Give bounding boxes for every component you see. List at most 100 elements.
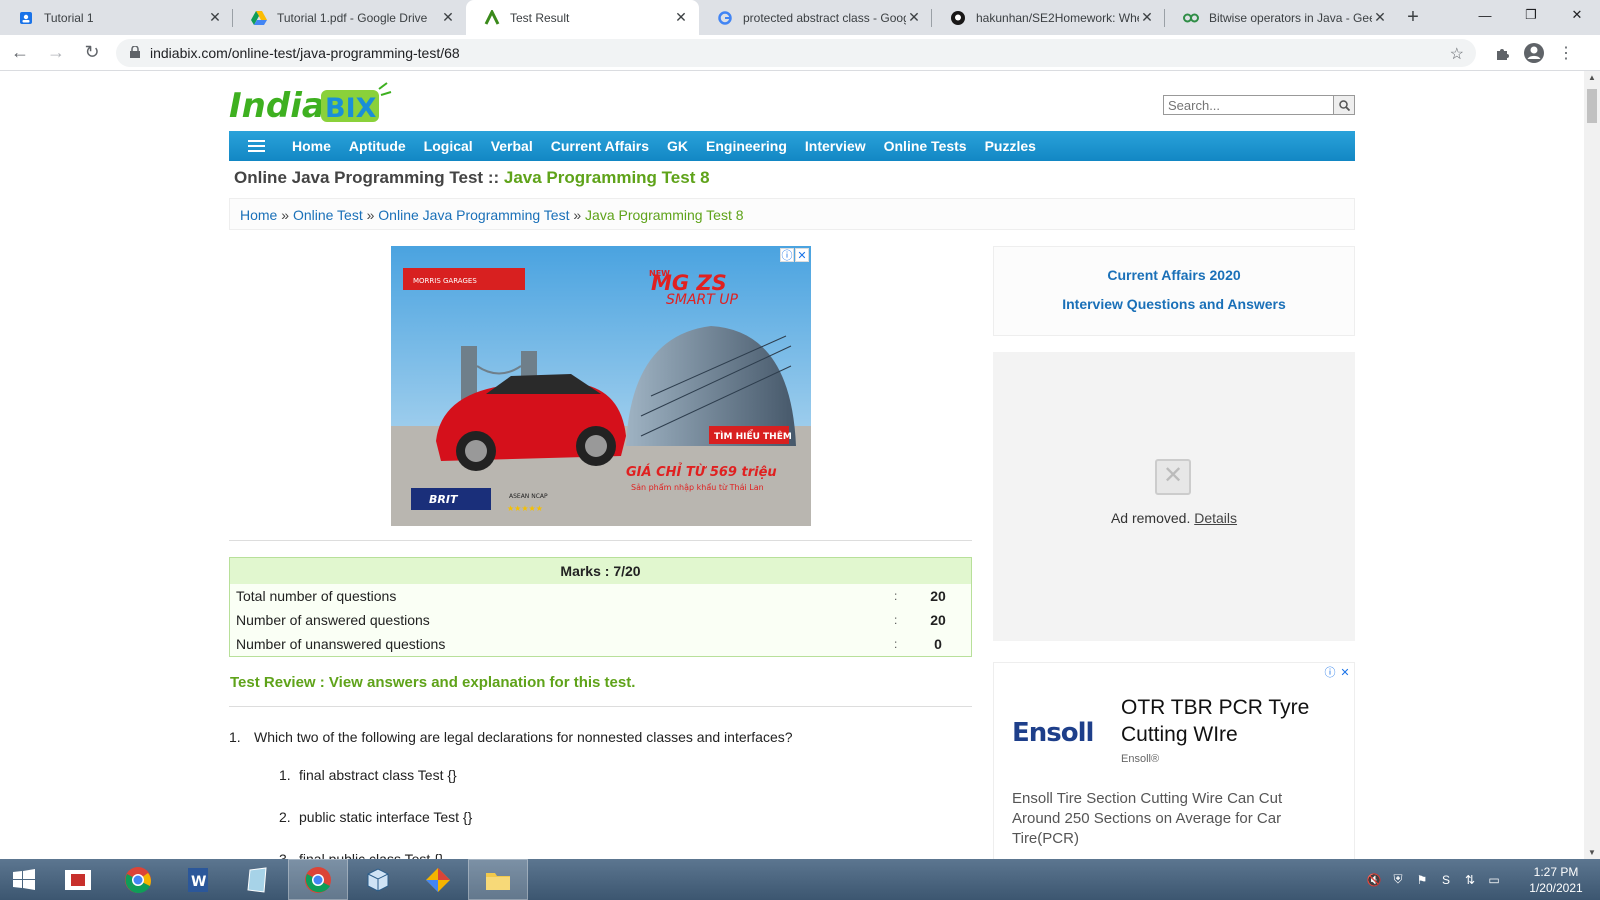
test-review-link[interactable]: Test Review : View answers and explanati… xyxy=(230,674,635,691)
windows-start-icon[interactable] xyxy=(0,859,48,900)
browser-toolbar: ← → ↻ indiabix.com/online-test/java-prog… xyxy=(0,35,1600,71)
breadcrumb-online-test[interactable]: Online Test xyxy=(293,207,363,223)
svg-text:ASEAN NCAP: ASEAN NCAP xyxy=(509,493,548,500)
svg-text:SMART UP: SMART UP xyxy=(666,292,739,308)
close-icon[interactable]: ✕ xyxy=(906,9,922,26)
tab-strip: Tutorial 1 ✕ Tutorial 1.pdf - Google Dri… xyxy=(0,0,1600,35)
new-tab-button[interactable]: + xyxy=(1398,0,1428,35)
tab-geeksforgeeks[interactable]: Bitwise operators in Java - Geek ✕ xyxy=(1165,0,1398,35)
indiabix-logo[interactable]: India BIX xyxy=(229,81,399,127)
chrome-active-icon[interactable] xyxy=(288,859,348,900)
nav-interview[interactable]: Interview xyxy=(805,138,866,154)
address-bar[interactable]: indiabix.com/online-test/java-programmin… xyxy=(116,38,1476,67)
hamburger-menu-icon[interactable] xyxy=(229,131,284,161)
details-link[interactable]: Details xyxy=(1194,510,1237,526)
breadcrumb-online-java[interactable]: Online Java Programming Test xyxy=(378,207,569,223)
question-option: 3. final public class Test {} xyxy=(279,851,444,859)
svg-text:MORRIS GARAGES: MORRIS GARAGES xyxy=(413,277,477,285)
display-icon[interactable]: ▭ xyxy=(1486,872,1502,888)
forward-icon[interactable]: → xyxy=(40,37,72,69)
breadcrumb-home[interactable]: Home xyxy=(240,207,277,223)
marks-row: Total number of questions : 20 xyxy=(236,588,946,604)
skype-icon[interactable]: S xyxy=(1438,872,1454,888)
system-tray: 🔇 ⛨ ⚑ S ⇅ ▭ 1:27 PM 1/20/2021 xyxy=(1366,859,1600,900)
ad-info-icon[interactable]: ⓘ xyxy=(780,248,794,262)
close-window-icon[interactable]: ✕ xyxy=(1554,0,1600,30)
tab-title: hakunhan/SE2Homework: Wher xyxy=(976,10,1139,25)
ad-advertiser: Ensoll® xyxy=(1121,753,1160,765)
close-icon[interactable]: ✕ xyxy=(673,9,689,26)
nav-aptitude[interactable]: Aptitude xyxy=(349,138,406,154)
menu-kebab-icon[interactable]: ⋮ xyxy=(1550,37,1582,69)
notepad-icon[interactable] xyxy=(228,859,288,900)
clock[interactable]: 1:27 PM 1/20/2021 xyxy=(1524,864,1588,896)
marks-header: Marks : 7/20 xyxy=(230,558,971,584)
ensoll-advertisement[interactable]: Ensoll OTR TBR PCR Tyre Cutting WIre Ens… xyxy=(993,662,1355,859)
nav-logical[interactable]: Logical xyxy=(424,138,473,154)
folder-icon[interactable] xyxy=(468,859,528,900)
word-doc-icon[interactable]: W xyxy=(168,859,228,900)
restore-icon[interactable]: ❐ xyxy=(1508,0,1554,30)
ad-headline[interactable]: OTR TBR PCR Tyre Cutting WIre xyxy=(1121,694,1341,748)
divider xyxy=(229,706,972,707)
page-scrollbar[interactable]: ▲ ▼ xyxy=(1584,71,1600,859)
car-advertisement[interactable]: MORRIS GARAGES NEW MG ZS SMART UP TÌM HI… xyxy=(391,246,811,526)
network-icon[interactable]: ⇅ xyxy=(1462,872,1478,888)
scroll-thumb[interactable] xyxy=(1587,89,1597,123)
back-icon[interactable]: ← xyxy=(4,37,36,69)
search-input[interactable] xyxy=(1163,95,1334,115)
bookmark-star-icon[interactable]: ☆ xyxy=(1450,44,1464,64)
removed-ad-placeholder: ✕ Ad removed. Details xyxy=(993,352,1355,641)
svg-text:GIÁ CHỈ TỪ 569 triệu: GIÁ CHỈ TỪ 569 triệu xyxy=(626,463,777,480)
close-icon[interactable]: ✕ xyxy=(440,9,456,26)
app-icon[interactable] xyxy=(408,859,468,900)
ad-close-icon[interactable]: ✕ xyxy=(1338,665,1352,679)
marks-row: Number of answered questions : 20 xyxy=(236,612,946,628)
action-center-flag-icon[interactable]: ⚑ xyxy=(1414,872,1430,888)
ad-close-icon[interactable]: ✕ xyxy=(795,248,809,262)
nav-gk[interactable]: GK xyxy=(667,138,688,154)
question-option: 1. final abstract class Test {} xyxy=(279,767,457,783)
tab-test-result[interactable]: Test Result ✕ xyxy=(466,0,699,35)
tab-title: Bitwise operators in Java - Geek xyxy=(1209,10,1372,25)
security-shield-icon[interactable]: ⛨ xyxy=(1390,872,1406,888)
tab-github[interactable]: hakunhan/SE2Homework: Wher ✕ xyxy=(932,0,1165,35)
nav-engineering[interactable]: Engineering xyxy=(706,138,787,154)
tab-google-drive[interactable]: Tutorial 1.pdf - Google Drive ✕ xyxy=(233,0,466,35)
close-icon[interactable]: ✕ xyxy=(1372,9,1388,26)
ad-info-icon[interactable]: ⓘ xyxy=(1323,665,1337,679)
chrome-icon[interactable] xyxy=(108,859,168,900)
ad-choices: ⓘ ✕ xyxy=(780,248,809,262)
nav-home[interactable]: Home xyxy=(292,138,331,154)
minimize-icon[interactable]: — xyxy=(1462,0,1508,30)
profile-avatar-icon[interactable] xyxy=(1518,37,1550,69)
window-controls: — ❐ ✕ xyxy=(1462,0,1600,30)
nav-verbal[interactable]: Verbal xyxy=(491,138,533,154)
question-option: 2. public static interface Test {} xyxy=(279,809,473,825)
google-icon xyxy=(717,10,733,26)
scroll-up-icon[interactable]: ▲ xyxy=(1588,73,1596,82)
tab-title: Tutorial 1.pdf - Google Drive xyxy=(277,10,428,25)
scroll-down-icon[interactable]: ▼ xyxy=(1588,848,1596,857)
question-1: 1. Which two of the following are legal … xyxy=(229,729,793,745)
close-icon[interactable]: ✕ xyxy=(207,9,223,26)
reload-icon[interactable]: ↻ xyxy=(76,37,108,69)
interview-qa-link[interactable]: Interview Questions and Answers xyxy=(994,296,1354,312)
search-icon[interactable] xyxy=(1334,95,1355,115)
nav-current-affairs[interactable]: Current Affairs xyxy=(551,138,649,154)
sidebar-links: Current Affairs 2020 Interview Questions… xyxy=(993,246,1355,336)
tab-google-search[interactable]: protected abstract class - Googl ✕ xyxy=(699,0,932,35)
close-icon[interactable]: ✕ xyxy=(1139,9,1155,26)
svg-text:BRIT: BRIT xyxy=(429,493,459,506)
box-icon[interactable] xyxy=(348,859,408,900)
svg-text:★★★★★: ★★★★★ xyxy=(507,504,543,513)
volume-muted-icon[interactable]: 🔇 xyxy=(1366,872,1382,888)
extensions-icon[interactable] xyxy=(1486,37,1518,69)
nav-online-tests[interactable]: Online Tests xyxy=(884,138,967,154)
nav-puzzles[interactable]: Puzzles xyxy=(985,138,1036,154)
current-affairs-link[interactable]: Current Affairs 2020 xyxy=(994,267,1354,283)
word-icon[interactable] xyxy=(48,859,108,900)
main-nav: Home Aptitude Logical Verbal Current Aff… xyxy=(229,131,1355,161)
tab-title: Test Result xyxy=(510,10,570,25)
tab-tutorial-1[interactable]: Tutorial 1 ✕ xyxy=(0,0,233,35)
